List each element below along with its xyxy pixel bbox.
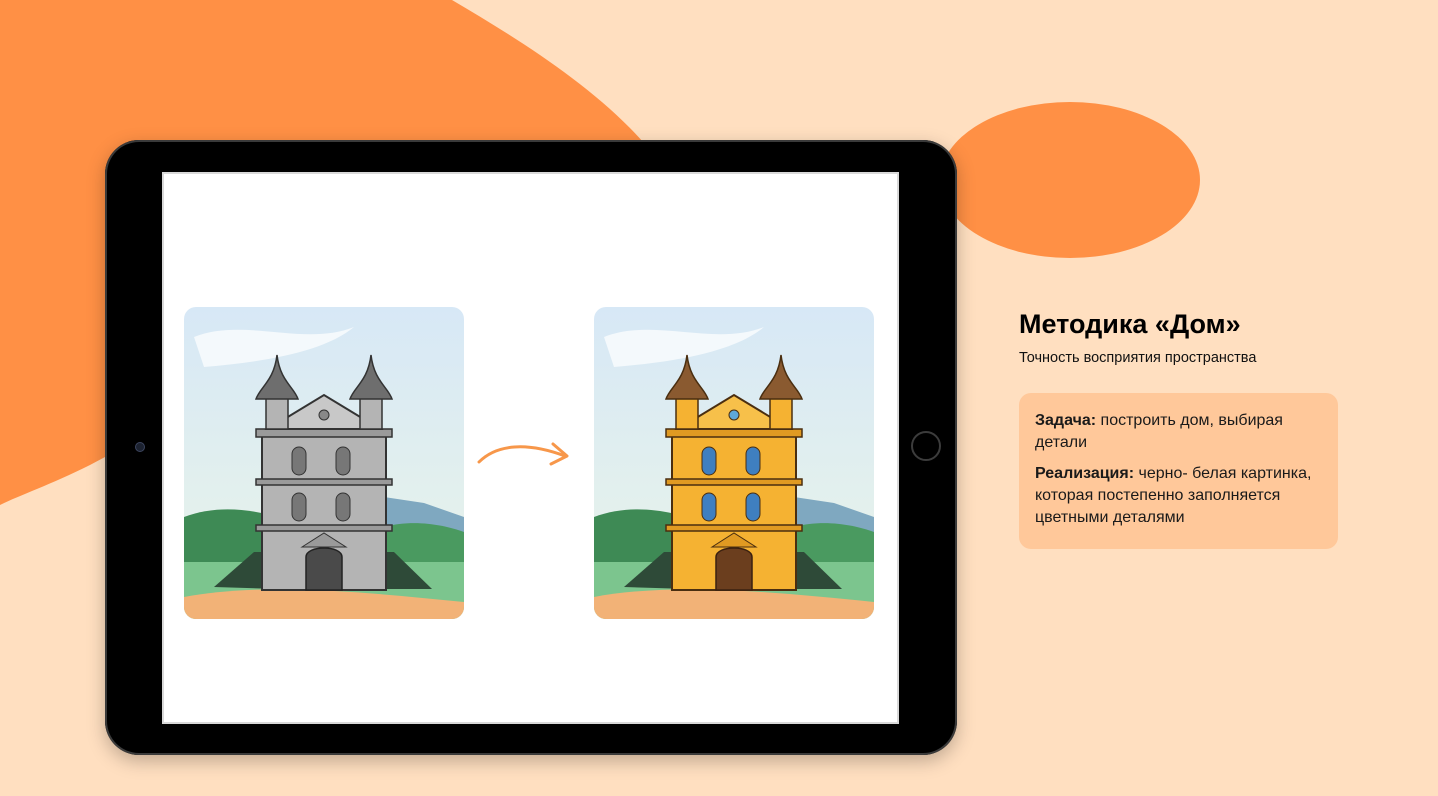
- tablet-mockup: [105, 140, 957, 755]
- implementation-label: Реализация:: [1035, 465, 1135, 482]
- task-label: Задача:: [1035, 412, 1097, 429]
- info-card: Задача: построить дом, выбирая детали Ре…: [1019, 393, 1338, 549]
- task-paragraph: Задача: построить дом, выбирая детали: [1035, 410, 1322, 454]
- decorative-ellipse-right: [940, 102, 1200, 258]
- slide-title: Методика «Дом»: [1019, 309, 1241, 339]
- house-image-grayscale: [184, 307, 464, 619]
- tablet-screen: [162, 172, 899, 724]
- arrow-right-curved-icon: [477, 442, 569, 466]
- tablet-camera-icon: [135, 442, 145, 452]
- tablet-home-button-icon: [911, 431, 941, 461]
- implementation-paragraph: Реализация: черно- белая картинка, котор…: [1035, 463, 1322, 529]
- slide-subtitle: Точность восприятия пространства: [1019, 350, 1257, 366]
- house-image-colored: [594, 307, 874, 619]
